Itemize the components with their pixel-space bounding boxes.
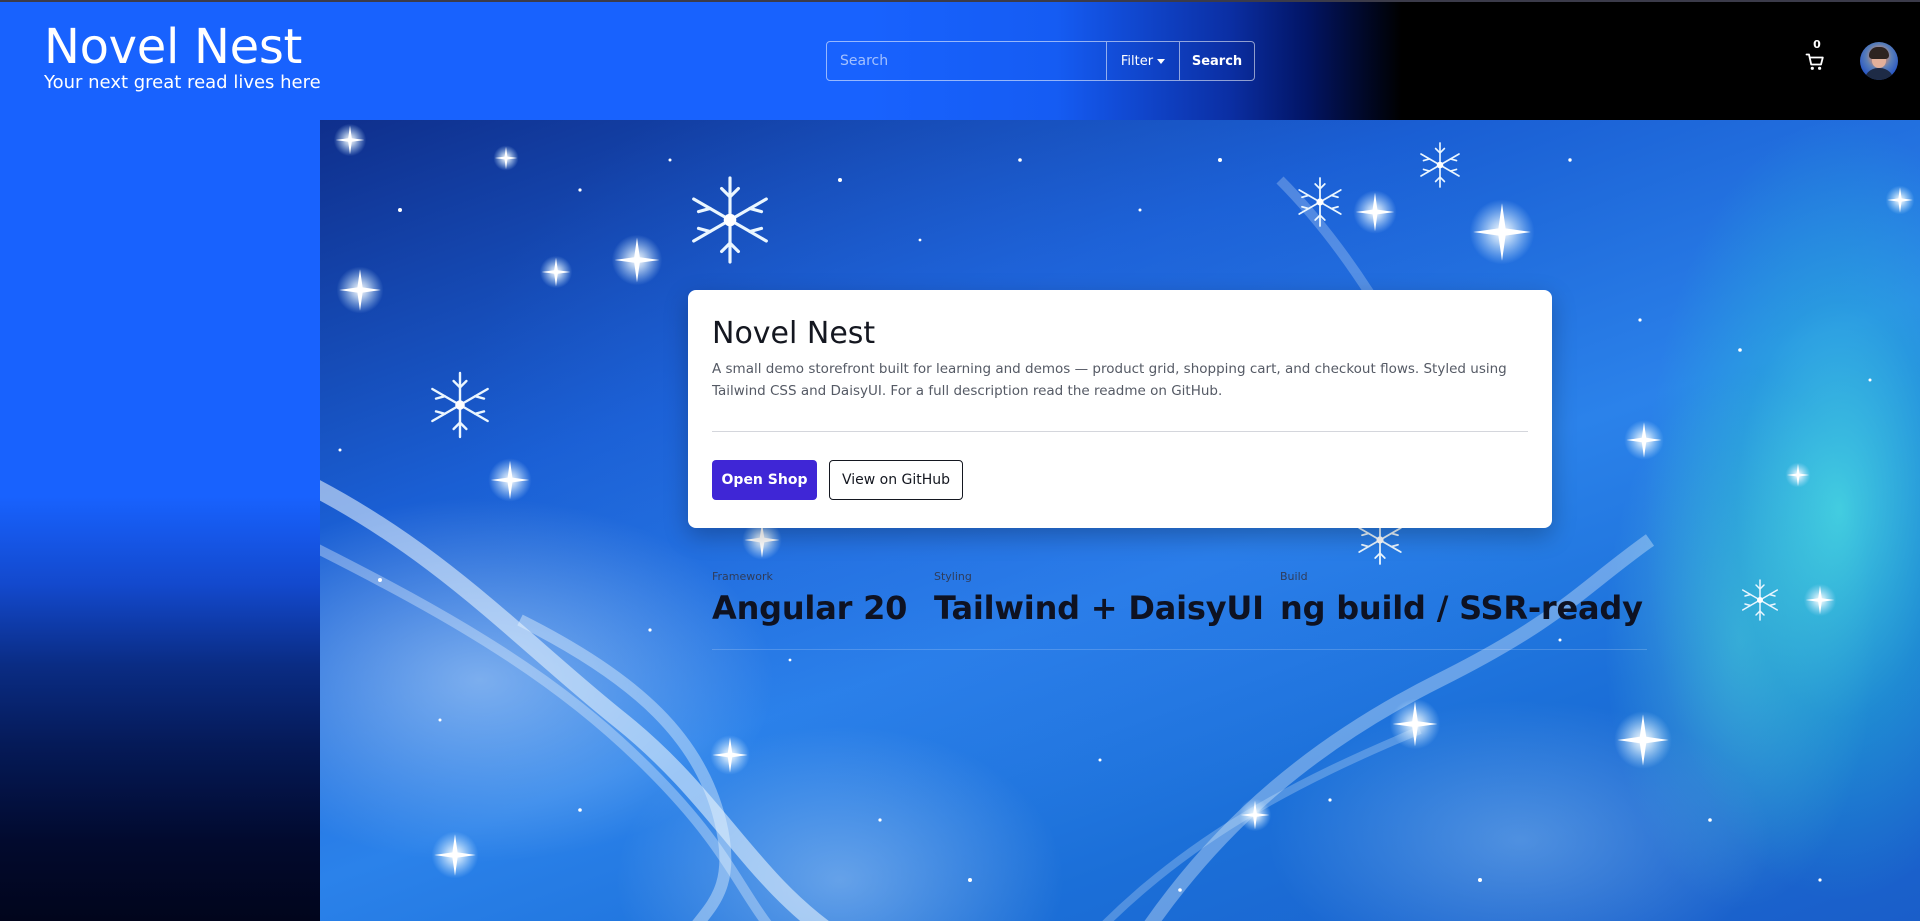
stat-label: Build — [1280, 570, 1308, 583]
stat-value: Angular 20 — [712, 589, 908, 627]
cart-icon — [1805, 53, 1824, 70]
stat-build: Build ng build / SSR-ready — [1280, 570, 1643, 628]
search-input[interactable] — [827, 42, 1106, 80]
search-button[interactable]: Search — [1179, 42, 1254, 80]
brand-tagline: Your next great read lives here — [44, 72, 321, 93]
left-sidebar — [0, 120, 320, 921]
search-bar: Filter Search — [826, 41, 1255, 81]
stat-label: Styling — [934, 570, 972, 583]
avatar-hair — [1869, 47, 1889, 59]
stat-label: Framework — [712, 570, 773, 583]
filter-dropdown-button[interactable]: Filter — [1106, 42, 1179, 80]
cart-count-badge: 0 — [1813, 38, 1821, 51]
user-avatar[interactable] — [1860, 42, 1898, 80]
caret-down-icon — [1157, 58, 1166, 64]
hero-section: Novel Nest A small demo storefront built… — [320, 120, 1920, 921]
window-top-border — [0, 0, 1920, 2]
open-shop-button[interactable]: Open Shop — [712, 460, 817, 500]
card-divider — [712, 431, 1528, 432]
view-on-github-button[interactable]: View on GitHub — [829, 460, 963, 500]
brand-title: Novel Nest — [44, 19, 303, 75]
stat-value: ng build / SSR-ready — [1280, 589, 1643, 627]
cart-button[interactable]: 0 — [1804, 38, 1828, 72]
tech-stats: Framework Angular 20 Styling Tailwind + … — [712, 570, 1647, 650]
filter-label: Filter — [1120, 53, 1154, 69]
site-header: Novel Nest Your next great read lives he… — [0, 0, 1920, 120]
stat-framework: Framework Angular 20 — [712, 570, 907, 628]
stat-value: Tailwind + DaisyUI — [934, 589, 1264, 627]
stat-styling: Styling Tailwind + DaisyUI — [934, 570, 1264, 628]
intro-card: Novel Nest A small demo storefront built… — [688, 290, 1552, 528]
brand[interactable]: Novel Nest Your next great read lives he… — [44, 18, 321, 94]
avatar-body — [1864, 68, 1894, 80]
card-description: A small demo storefront built for learni… — [712, 361, 1507, 399]
card-title: Novel Nest — [712, 316, 876, 351]
